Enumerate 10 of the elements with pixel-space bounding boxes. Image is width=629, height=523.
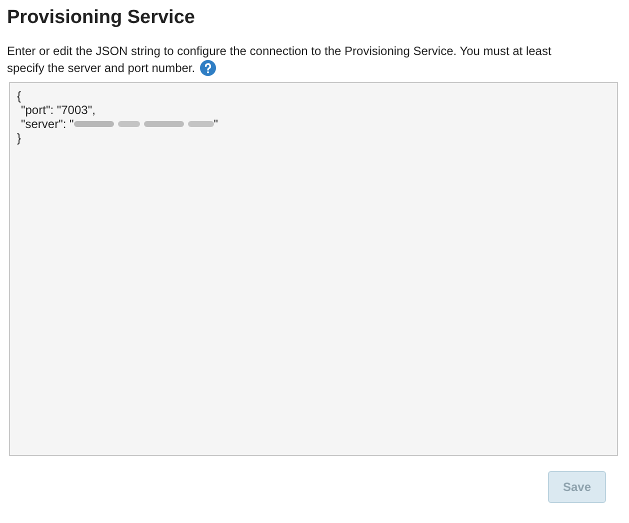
page-title: Provisioning Service bbox=[7, 7, 196, 29]
code-line: { bbox=[17, 89, 22, 103]
description-text: specify the server and port number. bbox=[7, 60, 196, 76]
help-icon[interactable] bbox=[200, 60, 216, 76]
description-text: Enter or edit the JSON string to configure the connection to the Provisioning Service. You must at least bbox=[7, 43, 552, 59]
code-text: "server": " bbox=[21, 117, 74, 131]
code-text: " bbox=[214, 117, 218, 131]
code-line: } bbox=[17, 131, 22, 145]
code-line: "port": "7003", bbox=[21, 103, 96, 117]
json-editor[interactable]: { "port": "7003", "server": " " } bbox=[9, 82, 618, 456]
